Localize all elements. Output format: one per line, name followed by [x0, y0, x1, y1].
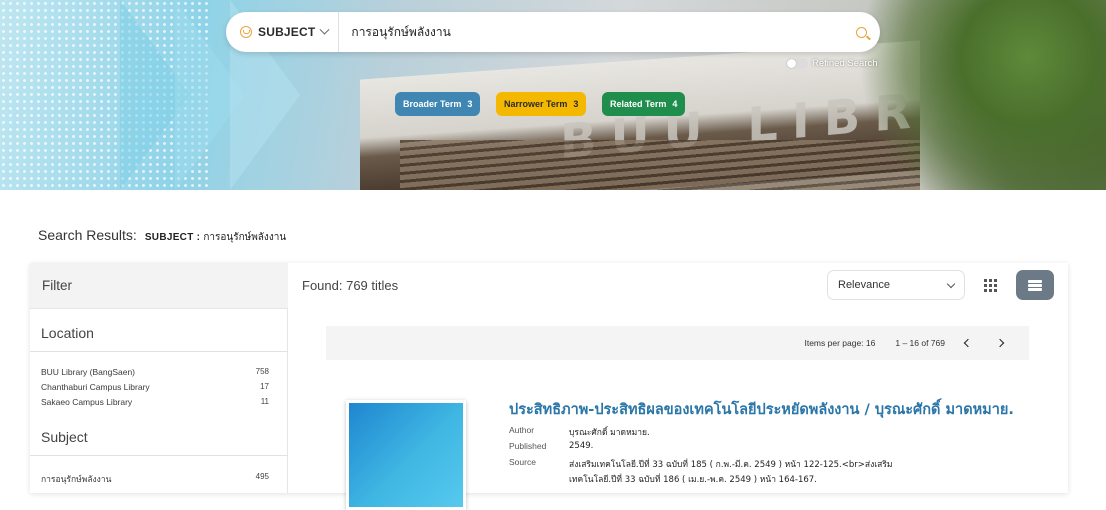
chevron-down-icon	[319, 24, 330, 35]
search-bar: SUBJECT	[226, 12, 880, 52]
filter-title: Filter	[42, 278, 72, 293]
pagination-bar: Items per page: 16 1 – 16 of 769	[326, 326, 1029, 360]
building-roof	[400, 140, 920, 190]
subject-item-label: การอนุรักษ์พลังงาน	[41, 474, 112, 484]
location-item-sakaeo[interactable]: Sakaeo Campus Library 11	[41, 397, 269, 407]
source-value: ส่งเสริมเทคโนโลยี.ปีที่ 33 ฉบับที่ 185 (…	[569, 460, 893, 470]
filter-sidebar: Location BUU Library (BangSaen) 758 Chan…	[30, 309, 288, 493]
list-view-button[interactable]	[1016, 270, 1054, 300]
search-results-label: Search Results:	[38, 227, 137, 243]
related-term-label: Related Term	[610, 99, 667, 109]
location-item-chanthaburi[interactable]: Chanthaburi Campus Library 17	[41, 382, 269, 392]
broader-term-button[interactable]: Broader Term 3	[395, 92, 481, 116]
page-range: 1 – 16 of 769	[895, 338, 945, 348]
narrower-term-count: 3	[573, 99, 579, 109]
location-section-title: Location	[41, 325, 94, 341]
broader-term-count: 3	[467, 99, 473, 109]
hero-banner: BUU LIBRARY SUBJECT Refined Search Broad…	[0, 0, 1106, 190]
items-per-page[interactable]: Items per page: 16	[804, 338, 875, 348]
record-author-row: Author บุรณะศักดิ์ มาดหมาย.	[509, 425, 1069, 439]
search-field-label: SUBJECT	[258, 25, 316, 39]
subject-item[interactable]: การอนุรักษ์พลังงาน 495	[41, 472, 269, 486]
subject-icon	[240, 26, 252, 38]
chevron-right-icon[interactable]	[991, 334, 1009, 352]
chevron-left-icon[interactable]	[959, 334, 977, 352]
subject-item-count: 495	[255, 472, 269, 481]
grid-view-icon[interactable]	[978, 273, 1002, 297]
author-label: Author	[509, 425, 535, 435]
refined-search: Refined Search	[786, 58, 877, 69]
published-value: 2549.	[569, 441, 594, 451]
narrower-term-button[interactable]: Narrower Term 3	[496, 92, 587, 116]
source-value-cont: เทคโนโลยี.ปีที่ 33 ฉบับที่ 186 ( เม.ย.-พ…	[569, 475, 817, 485]
subject-section-title: Subject	[41, 429, 88, 445]
location-item-label: Sakaeo Campus Library	[41, 397, 133, 407]
divider	[30, 351, 288, 352]
results-panel: Filter Location BUU Library (BangSaen) 7…	[30, 263, 1069, 510]
chevron-down-icon	[946, 279, 956, 288]
tree-image	[846, 0, 1106, 190]
search-results-subject: SUBJECT :	[144, 232, 201, 243]
published-label: Published	[509, 441, 547, 451]
book-cover[interactable]	[346, 400, 466, 510]
related-term-button[interactable]: Related Term 4	[602, 92, 686, 116]
record-source-row-cont: เทคโนโลยี.ปีที่ 33 ฉบับที่ 186 ( เม.ย.-พ…	[509, 472, 1069, 486]
source-label: Source	[509, 457, 536, 467]
author-value: บุรณะศักดิ์ มาดหมาย.	[569, 428, 650, 438]
refined-search-toggle[interactable]	[786, 58, 808, 69]
location-item-bangsaen[interactable]: BUU Library (BangSaen) 758	[41, 367, 269, 377]
list-view-icon	[1028, 279, 1042, 291]
record-published-row: Published 2549.	[509, 441, 1069, 451]
sort-label: Relevance	[838, 279, 890, 291]
location-item-label: Chanthaburi Campus Library	[41, 382, 150, 392]
search-results-summary: Search Results: SUBJECT : การอนุรักษ์พลั…	[38, 227, 286, 245]
filter-header: Filter	[30, 263, 288, 309]
record-source-row: Source ส่งเสริมเทคโนโลยี.ปีที่ 33 ฉบับที…	[509, 457, 1069, 471]
location-item-count: 758	[255, 367, 269, 376]
divider	[30, 455, 288, 456]
search-icon	[855, 26, 867, 38]
sort-select[interactable]: Relevance	[827, 270, 965, 300]
narrower-term-label: Narrower Term	[504, 99, 568, 109]
broader-term-label: Broader Term	[403, 99, 462, 109]
search-field-select[interactable]: SUBJECT	[226, 12, 340, 52]
search-results-query: การอนุรักษ์พลังงาน	[203, 232, 287, 243]
location-item-count: 17	[260, 382, 269, 391]
found-count: Found: 769 titles	[302, 278, 399, 293]
related-term-count: 4	[672, 99, 678, 109]
location-item-count: 11	[260, 397, 269, 406]
search-button[interactable]	[842, 12, 880, 52]
refined-search-label: Refined Search	[812, 58, 878, 69]
record-title[interactable]: ประสิทธิภาพ-ประสิทธิผลของเทคโนโลยีประหยั…	[509, 398, 1014, 421]
location-item-label: BUU Library (BangSaen)	[41, 367, 136, 377]
search-input[interactable]	[339, 12, 842, 52]
